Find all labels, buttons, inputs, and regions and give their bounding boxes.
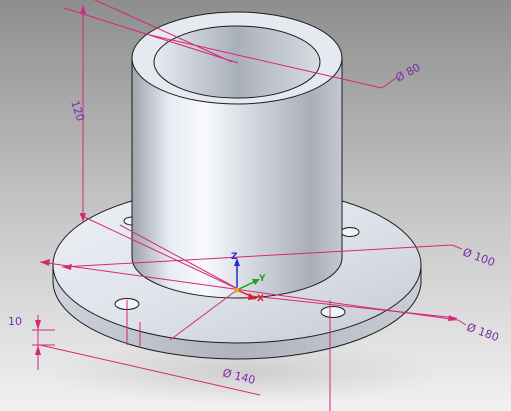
3d-viewport[interactable]: 120 Ø 80 Ø 100 Ø 180 Ø 140 10 Z Y X [0,0,511,411]
model-canvas[interactable]: 120 Ø 80 Ø 100 Ø 180 Ø 140 10 Z Y X [0,0,511,411]
tube-bore [153,25,321,99]
bolt-hole-front-right [320,306,346,318]
dim-thickness-label[interactable]: 10 [8,315,22,328]
triad-z-label: Z [231,252,238,262]
triad-y-label: Y [258,274,266,284]
bolt-hole-back-right [340,227,360,237]
triad-origin [234,287,240,293]
triad-x-label: X [257,294,264,304]
